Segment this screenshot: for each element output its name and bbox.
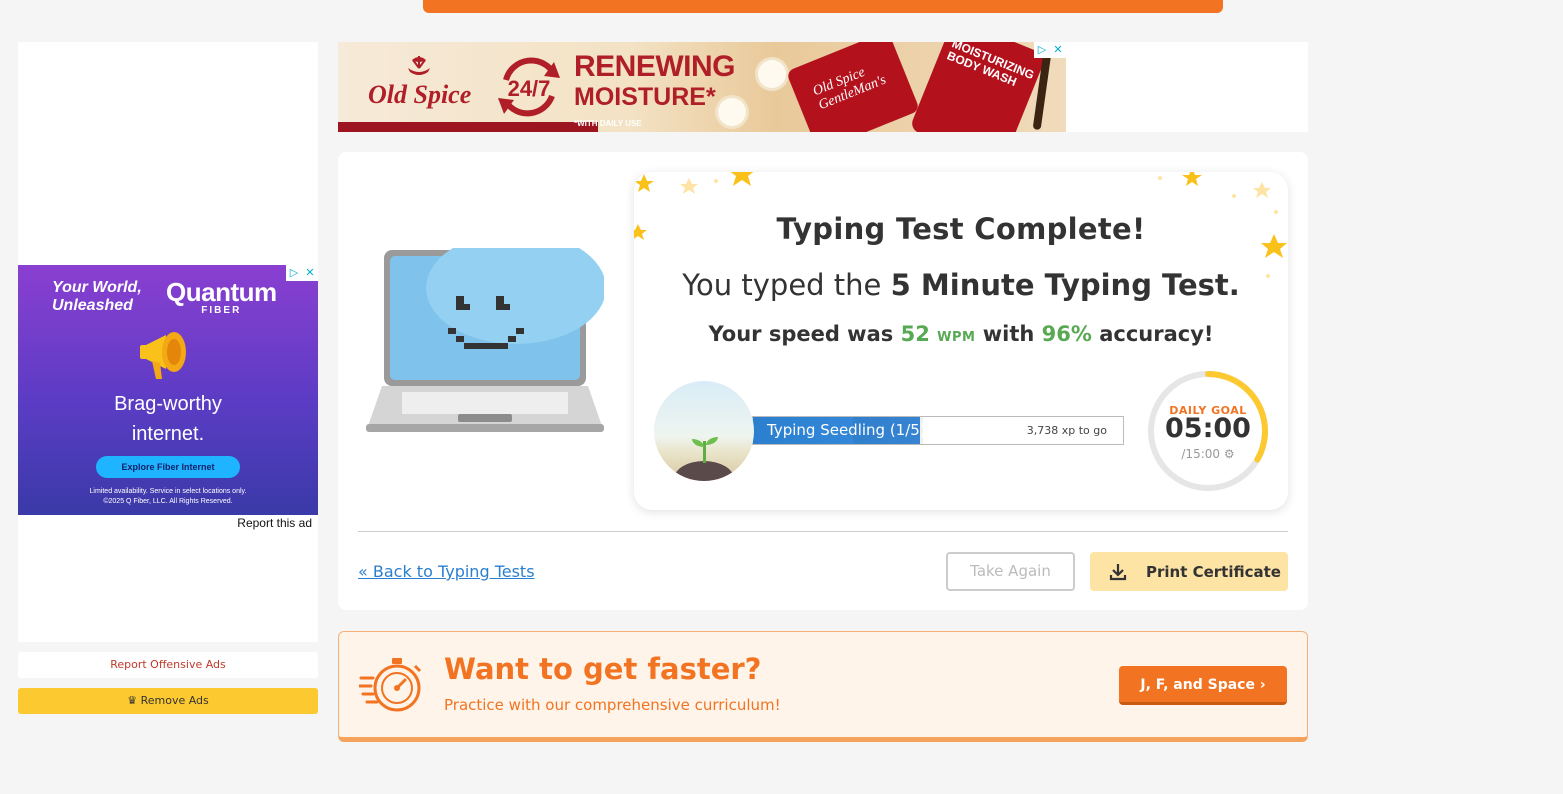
- product-bottle: Old Spice GentleMan's: [785, 42, 921, 132]
- ad-close-icon[interactable]: ✕: [1050, 42, 1066, 58]
- xp-to-go: 3,738 xp to go: [1026, 424, 1107, 437]
- ad-close-icon[interactable]: ✕: [302, 265, 318, 281]
- ad-brand-name: Quantum: [166, 277, 277, 307]
- gear-icon[interactable]: ⚙: [1224, 447, 1235, 461]
- quantum-fiber-ad[interactable]: ▷ ✕ Your World, Unleashed Quantum FIBER …: [18, 265, 318, 515]
- remove-ads-button[interactable]: ♛ Remove Ads: [18, 688, 318, 714]
- 247-badge-icon: 24/7: [498, 57, 560, 117]
- megaphone-icon: [140, 332, 186, 379]
- report-offensive-ads-button[interactable]: Report Offensive Ads: [18, 652, 318, 678]
- product-label: Old Spice GentleMan's: [810, 64, 889, 114]
- product-label: MOISTURIZING BODY WASH: [945, 42, 1037, 90]
- ad-headline: Your World, Unleashed: [52, 279, 142, 315]
- result-test-summary: You typed the 5 Minute Typing Test.: [634, 268, 1288, 302]
- ad-fine-print-2: ©2025 Q Fiber, LLC. All Rights Reserved.: [103, 498, 233, 505]
- typed-prefix: You typed the: [682, 268, 882, 302]
- ad-headline-line-1: Your World,: [52, 279, 142, 296]
- print-certificate-button[interactable]: Print Certificate: [1090, 552, 1288, 591]
- level-seedling-avatar: [654, 381, 754, 481]
- promo-title: Want to get faster?: [444, 652, 762, 686]
- ad-info-icon[interactable]: ▷: [1034, 42, 1050, 58]
- accuracy-suffix: accuracy!: [1099, 322, 1214, 346]
- start-lesson-button[interactable]: J, F, and Space ›: [1119, 666, 1287, 705]
- old-spice-banner-ad[interactable]: Old Spice 24/7 RENEWING MOISTURE* *WITH …: [338, 42, 1066, 132]
- smiling-laptop-icon: [366, 248, 604, 432]
- ship-logo-icon: [408, 56, 430, 75]
- divider: [358, 531, 1288, 532]
- banner-line-2: MOISTURE*: [574, 83, 716, 111]
- ad-headline-line-2: Unleashed: [52, 297, 133, 314]
- accuracy-value: 96%: [1041, 322, 1092, 346]
- crown-icon: ♛: [127, 694, 138, 707]
- stopwatch-icon: [359, 658, 422, 712]
- soil-mound: [674, 461, 734, 481]
- test-name: 5 Minute Typing Test.: [890, 268, 1240, 302]
- report-this-ad-link[interactable]: Report this ad: [237, 516, 312, 530]
- badge-text: 24/7: [508, 76, 551, 101]
- result-title: Typing Test Complete!: [776, 212, 1146, 246]
- ad-cta-button[interactable]: Explore Fiber Internet: [96, 456, 240, 478]
- level-label: Typing Seedling (1/5): [767, 421, 926, 439]
- ad-brand-logo: Quantum FIBER: [166, 279, 277, 316]
- wpm-unit: WPM: [937, 330, 976, 345]
- daily-goal[interactable]: DAILY GOAL 05:00 /15:00 ⚙: [1146, 369, 1270, 493]
- speed-prefix: Your speed was: [708, 322, 894, 346]
- banner-line-1: RENEWING: [574, 50, 736, 83]
- ad-body-line-2: internet.: [131, 423, 205, 445]
- ad-choices[interactable]: ▷ ✕: [1034, 42, 1066, 58]
- print-certificate-label: Print Certificate: [1146, 562, 1281, 581]
- result-speed-summary: Your speed was 52 WPM with 96% accuracy!: [634, 322, 1288, 346]
- ad-fine-print: Limited availability. Service in select …: [18, 487, 318, 507]
- banner-stripe: [338, 122, 598, 132]
- ad-body-line-1: Brag-worthy: [114, 393, 222, 415]
- product-body-wash: MOISTURIZING BODY WASH: [909, 42, 1047, 132]
- take-again-button[interactable]: Take Again: [946, 552, 1075, 591]
- daily-goal-total: /15:00 ⚙: [1146, 447, 1270, 461]
- ad-body: Brag-worthy internet.: [18, 389, 318, 449]
- banner-footnote: *WITH DAILY USE: [574, 119, 642, 128]
- banner-brand: Old Spice: [368, 80, 472, 109]
- wpm-value: 52: [900, 322, 930, 346]
- xp-progress-bar: Typing Seedling (1/5) 3,738 xp to go: [752, 416, 1124, 445]
- remove-ads-label: Remove Ads: [140, 694, 209, 707]
- ad-fine-print-1: Limited availability. Service in select …: [89, 488, 247, 495]
- download-icon: [1109, 563, 1127, 580]
- banner-ad-slot: Old Spice 24/7 RENEWING MOISTURE* *WITH …: [338, 42, 1308, 132]
- leaf-icon: [706, 437, 718, 445]
- flower-decoration: [758, 60, 786, 88]
- back-to-typing-tests-link[interactable]: « Back to Typing Tests: [358, 562, 535, 581]
- practice-promo: Want to get faster? Practice with our co…: [338, 631, 1308, 742]
- flower-decoration: [718, 98, 746, 126]
- sidebar-ad-column: ▷ ✕ Your World, Unleashed Quantum FIBER …: [18, 42, 318, 642]
- ad-info-icon[interactable]: ▷: [286, 265, 302, 281]
- daily-goal-time: 05:00: [1165, 413, 1251, 444]
- results-card: Typing Test Complete! You typed the 5 Mi…: [338, 152, 1308, 610]
- result-speech-bubble: Typing Test Complete! You typed the 5 Mi…: [634, 172, 1288, 510]
- banner-headline: RENEWING MOISTURE* *WITH DAILY USE: [574, 50, 736, 129]
- ad-choices[interactable]: ▷ ✕: [286, 265, 318, 281]
- top-nav-bar: [423, 0, 1223, 13]
- daily-goal-total-value: /15:00: [1181, 447, 1221, 461]
- with-text: with: [982, 322, 1035, 346]
- promo-subtitle: Practice with our comprehensive curricul…: [444, 696, 781, 714]
